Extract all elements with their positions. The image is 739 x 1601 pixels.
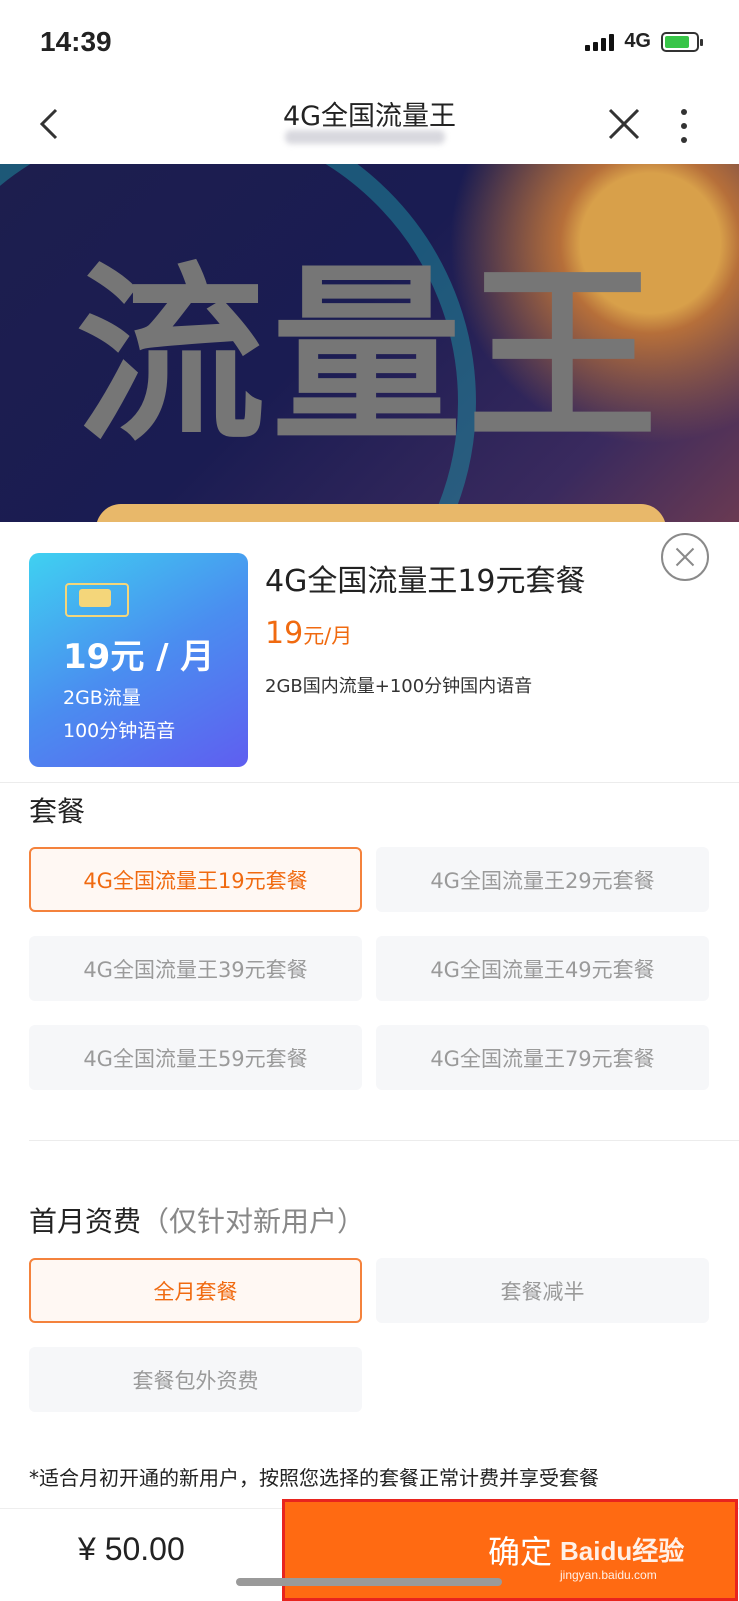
plan-selection-sheet: 19元 / 月 2GB流量 100分钟语音 4G全国流量王19元套餐 19元/月… [0, 522, 739, 1600]
blurred-subtitle [285, 130, 445, 144]
plan-option[interactable]: 4G全国流量王39元套餐 [29, 936, 362, 1001]
baidu-watermark: Baidu经验 jingyan.baidu.com [560, 1531, 684, 1582]
status-bar: 14:39 4G [0, 0, 739, 88]
thumb-voice: 100分钟语音 [63, 720, 176, 742]
thumb-data: 2GB流量 [63, 687, 141, 709]
first-month-title: 首月资费 [29, 1205, 142, 1238]
signal-icon [585, 33, 615, 51]
plan-option[interactable]: 4G全国流量王19元套餐 [29, 847, 362, 912]
more-icon[interactable] [672, 106, 696, 146]
thumb-price: 19元 / 月 [63, 637, 215, 677]
total-price: ¥ 50.00 [78, 1531, 185, 1567]
watermark-brand: Baidu经验 [560, 1536, 685, 1566]
sheet-close-icon[interactable] [661, 533, 709, 581]
promo-banner: 流量王 [0, 164, 739, 524]
plans-label: 套餐 [29, 795, 86, 828]
product-description: 2GB国内流量+100分钟国内语音 [265, 676, 533, 697]
bottom-bar: ¥ 50.00 确定 Baidu经验 jingyan.baidu.com [0, 1499, 739, 1601]
footnote: *适合月初开通的新用户，按照您选择的套餐正常计费并享受套餐 [29, 1466, 599, 1490]
sim-card-icon [65, 583, 129, 617]
plan-option[interactable]: 4G全国流量王29元套餐 [376, 847, 709, 912]
status-time: 14:39 [40, 26, 112, 57]
home-indicator[interactable] [236, 1578, 502, 1586]
first-month-hint: （仅针对新用户） [141, 1205, 366, 1238]
divider [29, 1140, 739, 1141]
product-thumbnail: 19元 / 月 2GB流量 100分钟语音 [29, 553, 248, 767]
plan-option[interactable]: 4G全国流量王49元套餐 [376, 936, 709, 1001]
banner-title: 流量王 [75, 246, 664, 467]
close-icon[interactable] [606, 106, 642, 142]
price-number: 19 [265, 616, 304, 651]
nav-bar: 4G全国流量王 [0, 88, 739, 164]
first-month-label: 首月资费（仅针对新用户） [29, 1200, 365, 1240]
network-label: 4G [624, 30, 651, 52]
watermark-url: jingyan.baidu.com [560, 1568, 657, 1582]
first-month-option[interactable]: 套餐减半 [376, 1258, 709, 1323]
plan-option[interactable]: 4G全国流量王79元套餐 [376, 1025, 709, 1090]
price-unit: 元/月 [303, 624, 353, 648]
product-title: 4G全国流量王19元套餐 [265, 564, 586, 599]
first-month-option[interactable]: 套餐包外资费 [29, 1347, 362, 1412]
battery-icon [661, 31, 703, 52]
status-indicators: 4G [585, 30, 703, 53]
product-price: 19元/月 [265, 616, 352, 651]
divider [0, 782, 739, 783]
plan-option[interactable]: 4G全国流量王59元套餐 [29, 1025, 362, 1090]
first-month-option[interactable]: 全月套餐 [29, 1258, 362, 1323]
banner-pill [96, 504, 666, 524]
confirm-label: 确定 [487, 1533, 552, 1571]
